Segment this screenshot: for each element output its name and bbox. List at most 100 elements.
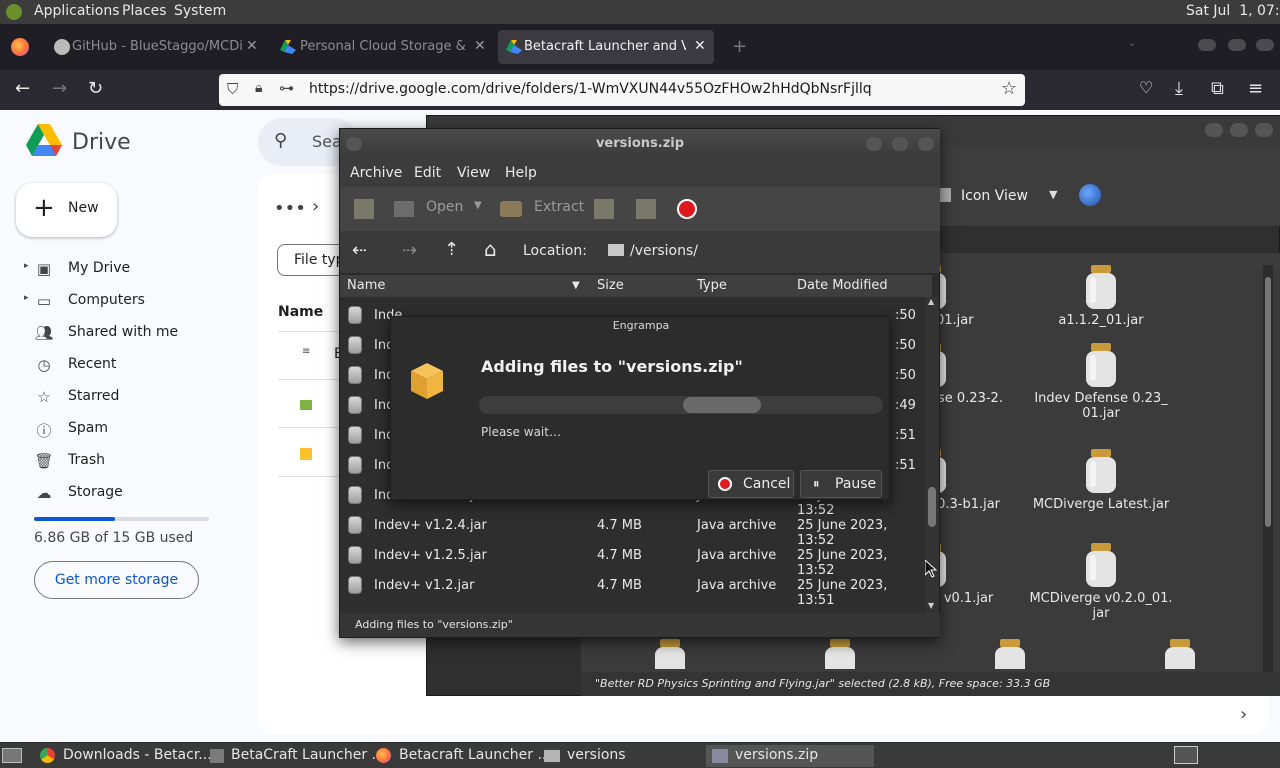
view-mode-select[interactable]: Icon View <box>961 188 1028 204</box>
jar-file-item[interactable]: MCDiverge v0.2.0_01. jar <box>1021 543 1181 621</box>
task-versions-folder[interactable]: versions <box>538 745 706 767</box>
menu-applications[interactable]: Applications <box>34 3 120 19</box>
pause-button[interactable]: ⏸︎ Pause <box>800 470 882 498</box>
sort-arrow-icon[interactable]: ▼ <box>572 280 580 291</box>
task-firefox[interactable]: Betacraft Launcher ... <box>370 745 551 767</box>
menu-system[interactable]: System <box>174 3 226 19</box>
task-downloads[interactable]: Downloads - Betacr... <box>34 745 212 767</box>
new-archive-icon[interactable] <box>354 199 374 219</box>
menu-help[interactable]: Help <box>505 165 537 181</box>
shield-icon[interactable]: ⛉ <box>227 80 238 98</box>
nav-spam[interactable]: ⓘ Spam <box>0 413 250 445</box>
permissions-icon[interactable]: ⊶ <box>279 79 294 97</box>
minimize-icon[interactable] <box>1198 39 1216 51</box>
scroll-down-icon[interactable]: ▼ <box>928 601 934 610</box>
close-icon[interactable]: ✕ <box>694 38 706 54</box>
forward-icon[interactable]: ⇢ <box>402 240 417 261</box>
home-icon[interactable]: ⌂ <box>484 237 497 261</box>
chevron-right-icon[interactable]: › <box>1240 704 1247 725</box>
menu-archive[interactable]: Archive <box>350 165 402 181</box>
window-menu-icon[interactable] <box>346 137 362 151</box>
expand-arrow-icon[interactable]: ▸ <box>24 261 29 271</box>
nav-shared-with-me[interactable]: 👥︎ Shared with me <box>0 317 250 349</box>
search-icon[interactable] <box>1079 184 1101 206</box>
menu-edit[interactable]: Edit <box>414 165 441 181</box>
new-tab-icon[interactable]: + <box>732 36 747 57</box>
downloads-icon[interactable]: ⤓ <box>1175 78 1183 99</box>
engrampa-titlebar[interactable]: versions.zip <box>340 129 940 159</box>
jar-file-item[interactable]: a1.1.2_01.jar <box>1021 265 1181 328</box>
nav-computers[interactable]: ▸ ▭ Computers <box>0 285 250 317</box>
close-window-icon[interactable] <box>918 137 934 151</box>
cancel-button[interactable]: Cancel <box>708 470 794 498</box>
task-betacraft-launcher[interactable]: BetaCraft Launcher ... <box>204 745 385 767</box>
list-tabs-icon[interactable]: ⌄ <box>1128 38 1136 49</box>
maximize-icon[interactable] <box>1230 123 1248 137</box>
menu-view[interactable]: View <box>457 165 490 181</box>
forward-icon[interactable]: → <box>52 78 67 99</box>
nav-my-drive[interactable]: ▸ ▣ My Drive <box>0 253 250 285</box>
mate-logo-icon[interactable] <box>6 4 22 20</box>
more-icon[interactable]: ••• <box>274 198 306 219</box>
nav-recent[interactable]: ◷ Recent <box>0 349 250 381</box>
maximize-icon[interactable] <box>892 137 908 151</box>
nav-storage[interactable]: ☁ Storage <box>0 477 250 509</box>
close-window-icon[interactable] <box>1255 123 1273 137</box>
get-more-storage-button[interactable]: Get more storage <box>34 561 199 599</box>
jar-file-item[interactable]: Indev Defense 0.23_ 01.jar <box>1021 343 1181 421</box>
tab-drive[interactable]: Personal Cloud Storage & ✕ <box>274 30 494 64</box>
file-row[interactable]: Indev+ v1.2.4.jar 4.7 MB Java archive 25 Ju… <box>340 511 924 548</box>
workspace-switcher-icon[interactable] <box>1174 746 1198 764</box>
column-date-modified[interactable]: Date Modified <box>797 278 888 293</box>
new-button[interactable]: + New <box>16 183 117 237</box>
back-icon[interactable]: ⇠ <box>352 240 367 261</box>
close-icon[interactable]: ✕ <box>474 38 486 54</box>
menu-hamburger-icon[interactable]: ≡ <box>1248 78 1263 99</box>
open-button[interactable]: Open <box>426 199 463 215</box>
jar-file-item[interactable]: MCDiverge Latest.jar <box>1021 449 1181 512</box>
file-row[interactable]: Indev+ v1.2.jar 4.7 MB Java archive 25 June… <box>340 571 924 608</box>
scrollbar[interactable] <box>1263 265 1273 675</box>
show-desktop-icon[interactable] <box>2 748 22 763</box>
close-window-icon[interactable] <box>1256 39 1274 51</box>
file-row[interactable]: Indev+ v1.2.5.jar 4.7 MB Java archive 25 Ju… <box>340 541 924 578</box>
jar-icon[interactable] <box>822 639 858 669</box>
jar-icon[interactable] <box>992 639 1028 669</box>
column-name[interactable]: Name <box>347 278 385 293</box>
column-type[interactable]: Type <box>697 278 727 293</box>
tab-betacraft[interactable]: Betacraft Launcher and Vers ✕ <box>498 30 714 64</box>
nav-trash[interactable]: 🗑︎ Trash <box>0 445 250 477</box>
task-versions-zip[interactable]: versions.zip <box>706 745 874 767</box>
dropdown-arrow-icon[interactable]: ▼ <box>1049 188 1057 201</box>
stop-icon[interactable] <box>677 199 697 219</box>
location-field[interactable]: /versions/ <box>602 236 932 266</box>
column-size[interactable]: Size <box>597 278 624 293</box>
extract-button[interactable]: Extract <box>534 199 584 215</box>
clock[interactable]: Sat Jul 1, 07:53 <box>1186 3 1280 19</box>
star-bookmark-icon[interactable]: ☆ <box>1001 78 1017 99</box>
chevron-right-icon[interactable]: › <box>312 196 319 217</box>
menu-places[interactable]: Places <box>122 3 167 19</box>
extensions-icon[interactable]: ⧉ <box>1211 78 1224 99</box>
reload-icon[interactable]: ↻ <box>88 78 103 99</box>
maximize-icon[interactable] <box>1228 39 1246 51</box>
jar-icon[interactable] <box>1162 639 1198 669</box>
tab-github[interactable]: GitHub - BlueStaggo/MCDi ✕ <box>46 30 266 64</box>
close-icon[interactable]: ✕ <box>246 38 258 54</box>
minimize-icon[interactable] <box>1205 123 1223 137</box>
url-bar[interactable]: ⛉ 🔒︎ ⊶ https://drive.google.com/drive/fo… <box>219 74 1025 106</box>
pocket-icon[interactable]: ♡ <box>1139 78 1153 97</box>
url-text[interactable]: https://drive.google.com/drive/folders/1… <box>309 81 872 97</box>
up-icon[interactable]: ⇡ <box>444 239 459 260</box>
minimize-icon[interactable] <box>866 137 882 151</box>
jar-icon[interactable] <box>652 639 688 669</box>
lock-icon[interactable]: 🔒︎ <box>255 80 262 96</box>
open-icon[interactable] <box>394 201 414 217</box>
search-icon[interactable]: ⚲ <box>274 130 287 151</box>
scroll-up-icon[interactable]: ▲ <box>928 297 934 306</box>
back-icon[interactable]: ← <box>15 78 30 99</box>
dropdown-arrow-icon[interactable]: ▼ <box>474 200 482 211</box>
nav-starred[interactable]: ☆ Starred <box>0 381 250 413</box>
extract-icon[interactable] <box>500 201 522 217</box>
add-files-icon[interactable] <box>594 199 614 219</box>
